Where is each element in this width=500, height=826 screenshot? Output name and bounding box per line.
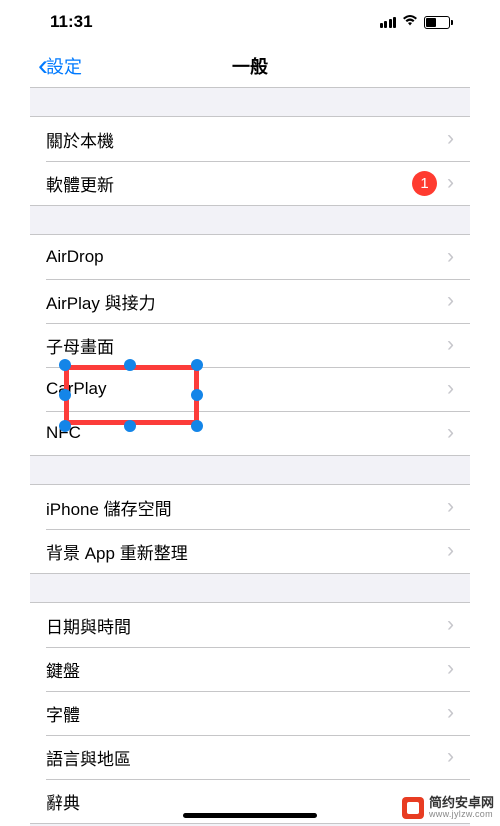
back-label: 設定 (46, 53, 82, 79)
chevron-right-icon: › (447, 701, 454, 725)
section-system: 日期與時間 › 鍵盤 › 字體 › 語言與地區 › 辭典 › (30, 602, 470, 824)
row-label: 關於本機 (46, 127, 447, 152)
row-label: 子母畫面 (46, 333, 447, 358)
watermark-name: 简约安卓网 (429, 796, 494, 810)
section-about: 關於本機 › 軟體更新 1 › (30, 116, 470, 206)
row-carplay[interactable]: CarPlay › (30, 367, 470, 411)
row-datetime[interactable]: 日期與時間 › (30, 603, 470, 647)
watermark-url: www.jylzw.com (429, 810, 494, 820)
chevron-right-icon: › (447, 613, 454, 637)
chevron-right-icon: › (447, 127, 454, 151)
watermark-logo-icon (402, 797, 424, 819)
chevron-right-icon: › (447, 171, 454, 195)
row-software-update[interactable]: 軟體更新 1 › (30, 161, 470, 205)
row-label: AirPlay 與接力 (46, 289, 447, 314)
row-fonts[interactable]: 字體 › (30, 691, 470, 735)
battery-icon (424, 16, 450, 29)
status-bar: 11:31 (30, 0, 470, 44)
navigation-bar: ‹ 設定 一般 (30, 44, 470, 88)
row-airplay[interactable]: AirPlay 與接力 › (30, 279, 470, 323)
back-button[interactable]: ‹ 設定 (38, 51, 82, 81)
row-label: iPhone 儲存空間 (46, 495, 447, 520)
row-label: 軟體更新 (46, 171, 412, 196)
wifi-icon (401, 13, 419, 31)
row-nfc[interactable]: NFC › (30, 411, 470, 455)
row-label: 語言與地區 (46, 745, 447, 770)
row-label: NFC (46, 423, 447, 443)
chevron-right-icon: › (447, 377, 454, 401)
status-indicators (380, 13, 451, 31)
chevron-right-icon: › (447, 539, 454, 563)
watermark-text: 简约安卓网 www.jylzw.com (429, 796, 494, 820)
row-language-region[interactable]: 語言與地區 › (30, 735, 470, 779)
row-label: 辭典 (46, 789, 447, 814)
chevron-right-icon: › (447, 495, 454, 519)
row-background-refresh[interactable]: 背景 App 重新整理 › (30, 529, 470, 573)
phone-screen: 11:31 ‹ 設定 一般 關於本機 › 軟體更新 1 › (30, 0, 470, 826)
home-indicator[interactable] (183, 813, 317, 818)
chevron-right-icon: › (447, 333, 454, 357)
watermark: 简约安卓网 www.jylzw.com (402, 796, 494, 820)
row-label: 日期與時間 (46, 613, 447, 638)
cellular-signal-icon (380, 17, 397, 28)
update-badge: 1 (412, 171, 437, 196)
row-label: AirDrop (46, 247, 447, 267)
row-storage[interactable]: iPhone 儲存空間 › (30, 485, 470, 529)
row-about[interactable]: 關於本機 › (30, 117, 470, 161)
chevron-right-icon: › (447, 745, 454, 769)
row-keyboard[interactable]: 鍵盤 › (30, 647, 470, 691)
row-pip[interactable]: 子母畫面 › (30, 323, 470, 367)
status-time: 11:31 (50, 12, 93, 32)
row-label: CarPlay (46, 379, 447, 399)
chevron-right-icon: › (447, 289, 454, 313)
chevron-right-icon: › (447, 421, 454, 445)
chevron-right-icon: › (447, 245, 454, 269)
row-airdrop[interactable]: AirDrop › (30, 235, 470, 279)
row-label: 鍵盤 (46, 657, 447, 682)
section-connectivity: AirDrop › AirPlay 與接力 › 子母畫面 › CarPlay ›… (30, 234, 470, 456)
page-title: 一般 (30, 53, 470, 79)
row-label: 背景 App 重新整理 (46, 539, 447, 564)
chevron-right-icon: › (447, 657, 454, 681)
section-storage: iPhone 儲存空間 › 背景 App 重新整理 › (30, 484, 470, 574)
row-label: 字體 (46, 701, 447, 726)
